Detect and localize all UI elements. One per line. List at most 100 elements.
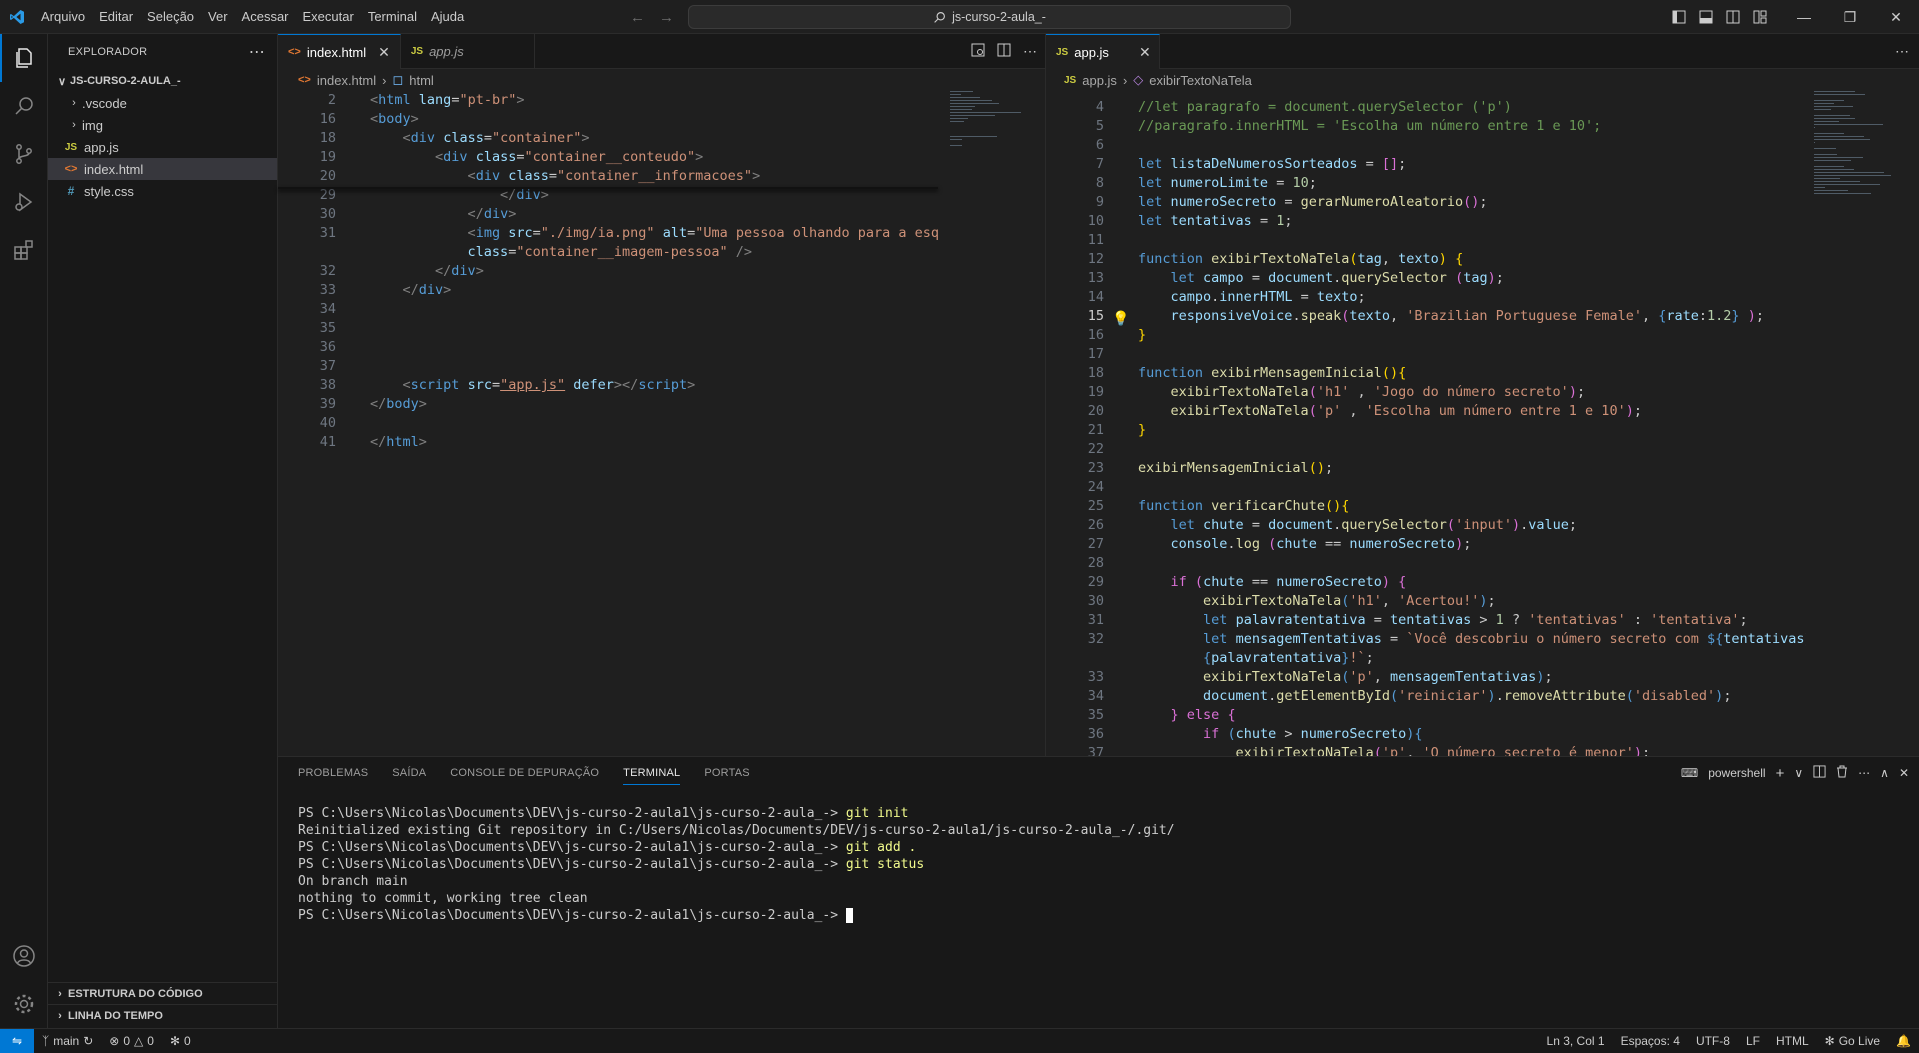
html-code-editor[interactable]: 2 <html lang="pt-br"> 16 <body> 18 <div clas… — [278, 91, 938, 756]
outline-section[interactable]: › ESTRUTURA DO CÓDIGO — [48, 982, 278, 1004]
menu-ver[interactable]: Ver — [201, 0, 235, 34]
menu-editar[interactable]: Editar — [92, 0, 140, 34]
timeline-section[interactable]: › LINHA DO TEMPO — [48, 1004, 278, 1026]
code-line: 10 let tentativas = 1; — [1046, 212, 1806, 231]
remote-indicator-icon[interactable]: ⇋ — [0, 1029, 34, 1053]
menu-acessar[interactable]: Acessar — [235, 0, 296, 34]
run-debug-icon[interactable] — [0, 178, 48, 226]
toggle-sidebar-icon[interactable] — [1665, 0, 1692, 34]
menu-executar[interactable]: Executar — [296, 0, 361, 34]
forward-arrow-icon[interactable]: → — [659, 9, 674, 26]
right-minimap[interactable] — [1812, 91, 1902, 251]
more-actions-icon[interactable]: ⋯ — [249, 42, 265, 62]
tab-index-html[interactable]: <> index.html ✕ — [278, 34, 401, 69]
tab-saida[interactable]: SAÍDA — [392, 767, 426, 785]
indentation[interactable]: Espaços: 4 — [1613, 1034, 1688, 1048]
trash-icon[interactable] — [1836, 765, 1848, 781]
minimap-line — [1814, 115, 1850, 116]
command-center[interactable]: js-curso-2-aula_- — [688, 5, 1291, 29]
split-editor-icon[interactable] — [997, 43, 1011, 60]
minimize-icon[interactable]: — — [1781, 0, 1827, 34]
js-code-editor[interactable]: 4 //let paragrafo = document.querySelecto… — [1046, 98, 1806, 756]
explorer-icon[interactable] — [0, 34, 48, 82]
more-actions-icon[interactable]: ⋯ — [1895, 43, 1909, 60]
tab-app-js[interactable]: JS app.js ✕ — [1046, 34, 1160, 69]
lightbulb-icon[interactable]: 💡 — [1112, 310, 1129, 326]
open-preview-icon[interactable] — [971, 43, 985, 60]
chevron-right-icon: › — [58, 1009, 62, 1022]
notifications-bell-icon[interactable]: 🔔 — [1888, 1034, 1919, 1048]
code-text: </div> — [467, 206, 517, 222]
breadcrumb-symbol[interactable]: html — [409, 73, 434, 88]
js-file-icon: JS — [410, 46, 424, 57]
close-tab-icon[interactable]: ✕ — [378, 44, 390, 61]
breadcrumb-file[interactable]: app.js — [1082, 73, 1117, 88]
breadcrumb: JS app.js › ◇ exibirTextoNaTela — [1064, 69, 1252, 91]
workspace-root[interactable]: ∨ JS-CURSO-2-AULA_- — [48, 70, 277, 92]
explorer-sidebar: EXPLORADOR ⋯ ∨ JS-CURSO-2-AULA_- › .vsco… — [48, 34, 278, 1028]
left-minimap[interactable] — [948, 91, 1038, 191]
tab-terminal[interactable]: TERMINAL — [623, 767, 681, 785]
language-mode[interactable]: HTML — [1768, 1034, 1817, 1048]
maximize-panel-icon[interactable]: ∧ — [1880, 766, 1889, 780]
tab-problemas[interactable]: PROBLEMAS — [298, 767, 368, 785]
menu-ajuda[interactable]: Ajuda — [424, 0, 471, 34]
cursor-position[interactable]: Ln 3, Col 1 — [1539, 1034, 1613, 1048]
breadcrumb-file[interactable]: index.html — [317, 73, 376, 88]
go-live-button[interactable]: ✻ Go Live — [1817, 1034, 1888, 1048]
line-number: 18 — [1087, 365, 1104, 381]
tree-item-style-css[interactable]: # style.css — [48, 180, 277, 202]
code-text: console.log (chute == numeroSecreto); — [1170, 536, 1472, 552]
tree-item-app-js[interactable]: JS app.js — [48, 136, 277, 158]
search-view-icon[interactable] — [0, 82, 48, 130]
chevron-down-icon[interactable]: ∨ — [1794, 766, 1803, 780]
toggle-secondary-sidebar-icon[interactable] — [1719, 0, 1746, 34]
line-number: 14 — [1087, 289, 1104, 305]
code-text: } — [1138, 422, 1147, 438]
css-file-icon: # — [67, 184, 75, 198]
back-arrow-icon[interactable]: ← — [630, 9, 645, 26]
split-terminal-icon[interactable] — [1813, 765, 1826, 781]
line-number: 31 — [319, 225, 336, 241]
more-actions-icon[interactable]: ⋯ — [1858, 766, 1870, 780]
close-window-icon[interactable]: ✕ — [1873, 0, 1919, 34]
error-count: 0 — [123, 1034, 131, 1048]
customize-layout-icon[interactable] — [1746, 0, 1773, 34]
breadcrumb-symbol[interactable]: exibirTextoNaTela — [1149, 73, 1252, 88]
terminal-shell-label[interactable]: powershell — [1708, 766, 1765, 780]
end-of-line[interactable]: LF — [1738, 1034, 1768, 1048]
tab-console-depuracao[interactable]: CONSOLE DE DEPURAÇÃO — [450, 767, 599, 785]
close-tab-icon[interactable]: ✕ — [1139, 44, 1151, 61]
code-text: exibirMensagemInicial(); — [1138, 460, 1334, 476]
ports-indicator[interactable]: ✻ 0 — [162, 1034, 199, 1048]
terminal-output[interactable]: PS C:\Users\Nicolas\Documents\DEV\js-cur… — [298, 805, 1175, 924]
restore-icon[interactable]: ❐ — [1827, 0, 1873, 34]
menu-selecao[interactable]: Seleção — [140, 0, 201, 34]
menu-terminal[interactable]: Terminal — [361, 0, 424, 34]
toggle-panel-icon[interactable] — [1692, 0, 1719, 34]
new-terminal-icon[interactable]: + — [1776, 765, 1785, 782]
manage-gear-icon[interactable] — [0, 980, 48, 1028]
branch-indicator[interactable]: ᛉ main ↻ — [34, 1034, 101, 1048]
tab-portas[interactable]: PORTAS — [704, 767, 749, 785]
tab-app-js-preview[interactable]: JS app.js — [401, 34, 535, 69]
code-text: responsiveVoice.speak(texto, 'Brazilian … — [1170, 308, 1764, 324]
tree-item-vscode[interactable]: › .vscode — [48, 92, 277, 114]
accounts-icon[interactable] — [0, 932, 48, 980]
menu-arquivo[interactable]: Arquivo — [34, 0, 92, 34]
status-bar: ⇋ ᛉ main ↻ ⊗ 0 △ 0 ✻ 0 Ln 3, Col 1 Espaç… — [0, 1028, 1919, 1053]
more-actions-icon[interactable]: ⋯ — [1023, 43, 1037, 60]
line-number: 8 — [1095, 175, 1104, 191]
tree-item-img[interactable]: › img — [48, 114, 277, 136]
terminal-line: PS C:\Users\Nicolas\Documents\DEV\js-cur… — [298, 806, 909, 821]
encoding[interactable]: UTF-8 — [1688, 1034, 1738, 1048]
source-control-icon[interactable] — [0, 130, 48, 178]
close-panel-icon[interactable]: ✕ — [1899, 766, 1909, 780]
bottom-panel: PROBLEMAS SAÍDA CONSOLE DE DEPURAÇÃO TER… — [278, 756, 1919, 1028]
tree-item-index-html[interactable]: <> index.html — [48, 158, 277, 180]
tree-item-label: app.js — [84, 139, 119, 155]
extensions-icon[interactable] — [0, 226, 48, 274]
breadcrumb-separator-icon: › — [382, 72, 387, 88]
problems-indicator[interactable]: ⊗ 0 △ 0 — [101, 1034, 162, 1048]
